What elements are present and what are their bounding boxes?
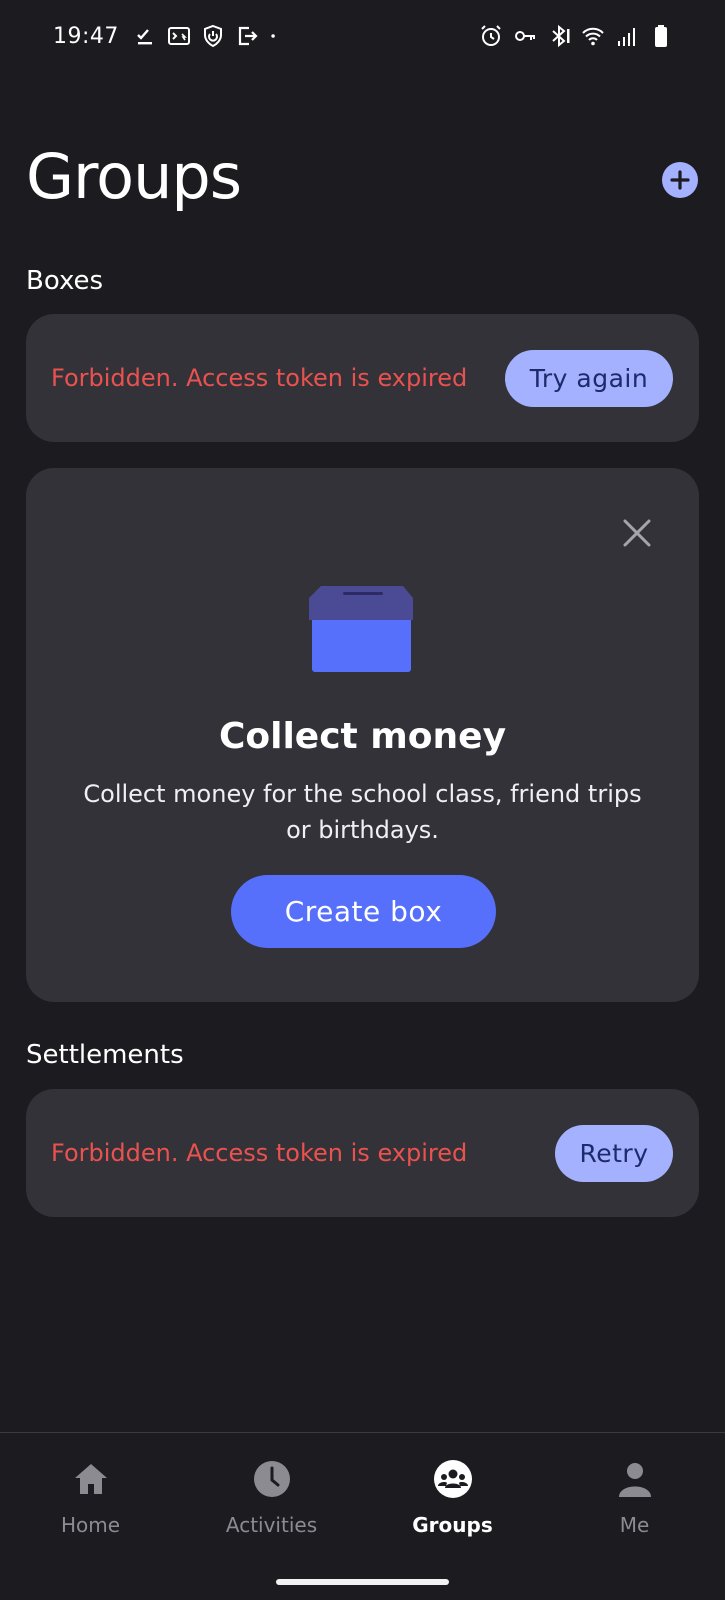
download-done-icon xyxy=(137,29,152,45)
money-box-icon xyxy=(309,586,413,672)
status-right xyxy=(479,24,673,48)
page-title: Groups xyxy=(26,140,242,213)
shield-icon xyxy=(203,24,222,48)
nav-label-me: Me xyxy=(619,1513,650,1537)
boxes-error-card: Forbidden. Access token is expired Try a… xyxy=(26,314,699,442)
clock-icon xyxy=(253,1461,290,1497)
close-icon[interactable] xyxy=(620,516,654,550)
groups-icon xyxy=(433,1460,472,1498)
settlements-error-message: Forbidden. Access token is expired xyxy=(51,1139,468,1167)
nav-item-groups[interactable]: Groups xyxy=(362,1433,543,1553)
collect-money-card: Collect money Collect money for the scho… xyxy=(26,468,699,1002)
wifi-icon xyxy=(582,27,604,46)
promo-title: Collect money xyxy=(218,716,507,757)
retry-button[interactable]: Retry xyxy=(555,1124,673,1182)
terminal-icon xyxy=(167,27,190,45)
alarm-icon xyxy=(481,25,501,46)
nav-item-activities[interactable]: Activities xyxy=(181,1433,362,1553)
bottom-nav: Home Activities Groups Me xyxy=(0,1432,725,1600)
status-time: 19:47 xyxy=(53,23,119,49)
add-group-button[interactable] xyxy=(662,162,698,198)
create-box-button[interactable]: Create box xyxy=(231,875,496,948)
dot-icon xyxy=(271,34,275,38)
home-icon xyxy=(74,1464,107,1494)
home-indicator[interactable] xyxy=(276,1579,449,1585)
settlements-section-title: Settlements xyxy=(26,1040,184,1070)
nav-item-me[interactable]: Me xyxy=(544,1433,725,1553)
nav-item-home[interactable]: Home xyxy=(0,1433,181,1553)
settlements-error-card: Forbidden. Access token is expired Retry xyxy=(26,1089,699,1217)
person-icon xyxy=(618,1463,651,1497)
bluetooth-icon xyxy=(552,24,570,48)
battery-icon xyxy=(655,25,667,47)
nav-label-groups: Groups xyxy=(412,1513,493,1537)
nav-label-home: Home xyxy=(60,1513,121,1537)
exit-icon xyxy=(238,26,258,46)
promo-description: Collect money for the school class, frie… xyxy=(83,780,642,844)
boxes-section-title: Boxes xyxy=(26,266,104,296)
plus-circle-icon xyxy=(670,170,690,190)
status-left: 19:47 xyxy=(53,24,283,49)
nav-label-activities: Activities xyxy=(225,1513,318,1537)
boxes-error-message: Forbidden. Access token is expired xyxy=(51,364,468,392)
status-bar: 19:47 xyxy=(0,0,725,72)
signal-icon xyxy=(618,28,635,46)
try-again-button[interactable]: Try again xyxy=(505,349,673,407)
key-icon xyxy=(515,31,535,41)
